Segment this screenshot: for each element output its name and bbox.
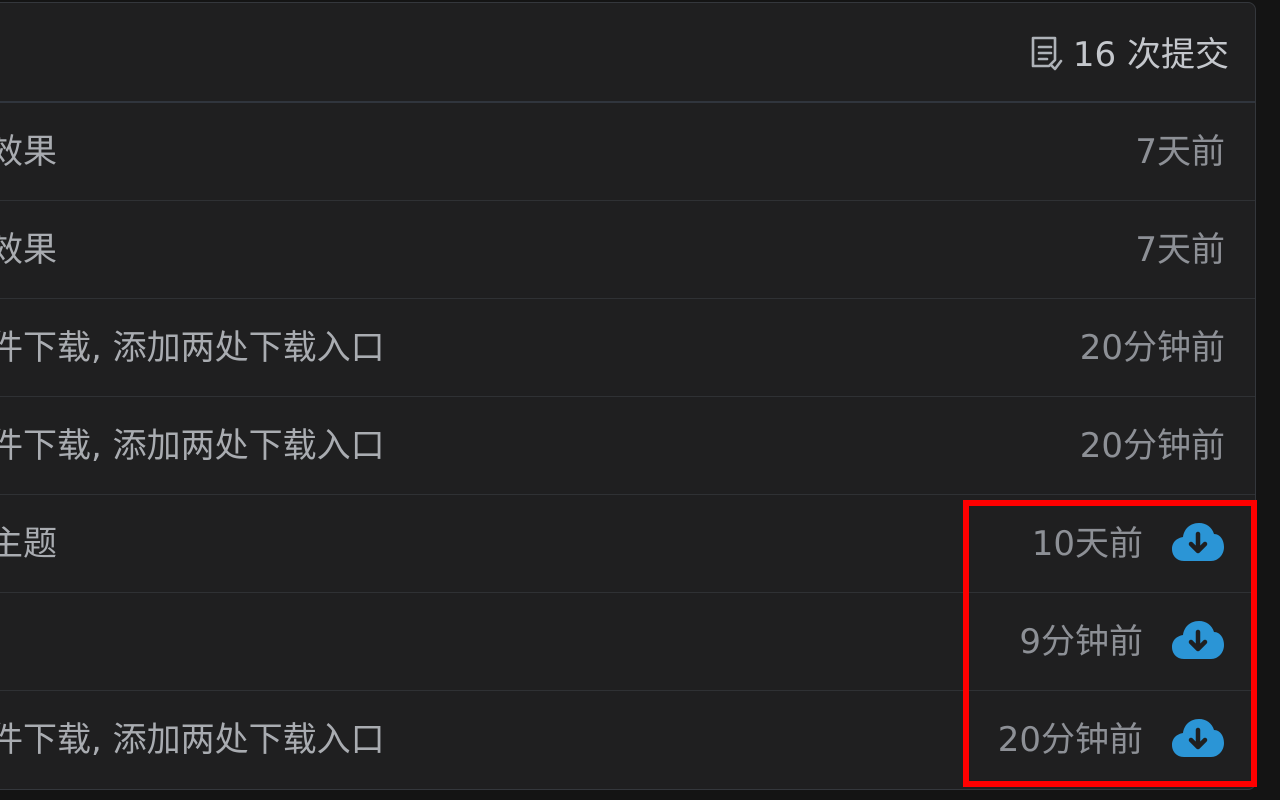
table-row[interactable]: 效果 7天前 — [0, 201, 1255, 299]
commit-list-icon — [1031, 36, 1063, 71]
commit-time: 10天前 — [1031, 524, 1143, 564]
table-row[interactable]: 效果 7天前 — [0, 103, 1255, 201]
table-row[interactable]: 主题 10天前 — [0, 495, 1255, 593]
file-list-panel: 16 次提交 效果 7天前 效果 7天前 件下载, 添加两处下载入口 20分钟前… — [0, 2, 1256, 790]
commit-message[interactable]: 件下载, 添加两处下载入口 — [0, 691, 385, 789]
table-row[interactable]: 件下载, 添加两处下载入口 20分钟前 — [0, 691, 1255, 789]
commit-count-link[interactable]: 16 次提交 — [1029, 33, 1229, 77]
panel-header: 16 次提交 — [0, 3, 1255, 103]
commit-time: 20分钟前 — [1079, 328, 1225, 368]
commit-time: 9分钟前 — [1019, 622, 1143, 662]
download-cloud-icon[interactable] — [1171, 717, 1225, 763]
commit-time: 7天前 — [1135, 132, 1225, 172]
commit-time: 7天前 — [1135, 230, 1225, 270]
table-row[interactable]: 件下载, 添加两处下载入口 20分钟前 — [0, 397, 1255, 495]
commit-message[interactable]: 效果 — [0, 201, 57, 299]
download-cloud-icon[interactable] — [1171, 521, 1225, 567]
download-cloud-icon[interactable] — [1171, 619, 1225, 665]
commit-message[interactable]: 件下载, 添加两处下载入口 — [0, 397, 385, 495]
commit-count-label: 16 次提交 — [1072, 35, 1229, 75]
table-row[interactable]: 9分钟前 — [0, 593, 1255, 691]
table-row[interactable]: 件下载, 添加两处下载入口 20分钟前 — [0, 299, 1255, 397]
commit-message[interactable]: 效果 — [0, 103, 57, 201]
commit-time: 20分钟前 — [997, 720, 1143, 760]
commit-message[interactable]: 件下载, 添加两处下载入口 — [0, 299, 385, 397]
commit-time: 20分钟前 — [1079, 426, 1225, 466]
commit-message[interactable]: 主题 — [0, 495, 57, 593]
